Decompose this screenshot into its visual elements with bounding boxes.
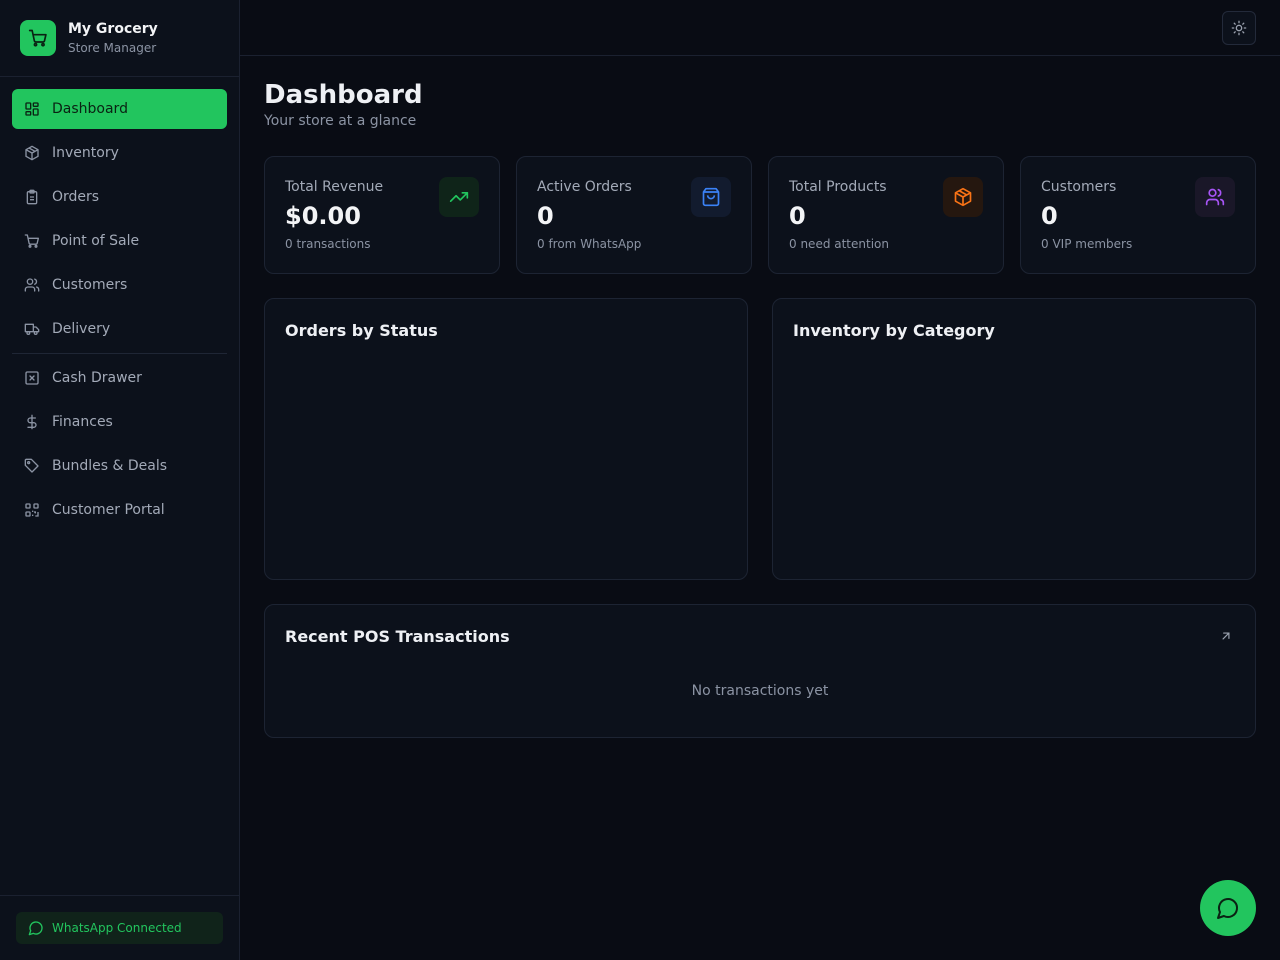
panel-title: Orders by Status — [285, 321, 438, 340]
tag-icon — [24, 458, 40, 474]
shopping-cart-icon — [20, 20, 56, 56]
stat-label: Customers — [1041, 179, 1117, 195]
sidebar-item-customers[interactable]: Customers — [12, 265, 227, 305]
sidebar: My Grocery Store Manager Dashboard Inven… — [0, 0, 240, 960]
brand-subtitle: Store Manager — [68, 41, 157, 55]
sun-icon — [1231, 20, 1247, 36]
chat-bubble-icon — [1216, 896, 1240, 920]
sidebar-item-label: Orders — [52, 189, 100, 205]
layout-grid-icon — [24, 101, 40, 117]
page-subtitle: Your store at a glance — [264, 113, 417, 129]
stat-subtext: 0 VIP members — [1041, 237, 1133, 251]
users-icon — [24, 277, 40, 293]
chat-bubble-icon — [28, 920, 44, 936]
sidebar-item-finances[interactable]: Finances — [12, 402, 227, 442]
recent-pos-transactions-panel: Recent POS Transactions No transactions … — [264, 604, 1256, 738]
orders-by-status-panel: Orders by Status — [264, 298, 748, 580]
truck-icon — [24, 321, 40, 337]
sidebar-item-delivery[interactable]: Delivery — [12, 309, 227, 349]
brand-name: My Grocery — [68, 21, 158, 37]
whatsapp-status-text: WhatsApp Connected — [52, 921, 182, 935]
sidebar-item-dashboard[interactable]: Dashboard — [12, 89, 227, 129]
panel-title: Recent POS Transactions — [285, 627, 510, 646]
page-title: Dashboard — [264, 80, 423, 110]
package-icon — [24, 145, 40, 161]
sidebar-item-label: Dashboard — [52, 101, 128, 117]
stat-value: 0 — [537, 202, 554, 230]
shopping-cart-icon — [24, 233, 40, 249]
stat-value: $0.00 — [285, 202, 361, 230]
stat-subtext: 0 from WhatsApp — [537, 237, 642, 251]
sidebar-footer: WhatsApp Connected — [0, 895, 239, 960]
stat-value: 0 — [1041, 202, 1058, 230]
sidebar-item-label: Cash Drawer — [52, 370, 142, 386]
stat-subtext: 0 need attention — [789, 237, 889, 251]
sidebar-item-label: Point of Sale — [52, 233, 140, 249]
sidebar-item-label: Delivery — [52, 321, 111, 337]
users-icon — [1195, 177, 1235, 217]
sidebar-item-label: Customer Portal — [52, 502, 165, 518]
brand-header: My Grocery Store Manager — [0, 0, 239, 77]
sidebar-item-point-of-sale[interactable]: Point of Sale — [12, 221, 227, 261]
sidebar-item-label: Customers — [52, 277, 128, 293]
shopping-bag-icon — [691, 177, 731, 217]
empty-state-text: No transactions yet — [691, 683, 829, 699]
top-bar — [240, 0, 1280, 56]
sidebar-item-label: Inventory — [52, 145, 119, 161]
stat-value: 0 — [789, 202, 806, 230]
stat-card-total-revenue: Total Revenue $0.00 0 transactions — [264, 156, 500, 274]
sidebar-item-label: Finances — [52, 414, 113, 430]
panel-title: Inventory by Category — [793, 321, 995, 340]
stat-label: Total Products — [789, 179, 887, 195]
stat-subtext: 0 transactions — [285, 237, 371, 251]
qr-code-icon — [24, 502, 40, 518]
dollar-icon — [24, 414, 40, 430]
nav-divider — [12, 353, 227, 354]
theme-toggle-button[interactable] — [1222, 11, 1256, 45]
sidebar-item-cash-drawer[interactable]: Cash Drawer — [12, 358, 227, 398]
stat-label: Active Orders — [537, 179, 632, 195]
whatsapp-status-badge[interactable]: WhatsApp Connected — [16, 912, 223, 944]
sidebar-item-inventory[interactable]: Inventory — [12, 133, 227, 173]
sidebar-item-label: Bundles & Deals — [52, 458, 168, 474]
chat-fab-button[interactable] — [1200, 880, 1256, 936]
cash-box-icon — [24, 370, 40, 386]
clipboard-icon — [24, 189, 40, 205]
stat-card-active-orders: Active Orders 0 0 from WhatsApp — [516, 156, 752, 274]
sidebar-item-bundles-deals[interactable]: Bundles & Deals — [12, 446, 227, 486]
package-icon — [943, 177, 983, 217]
stat-card-customers: Customers 0 0 VIP members — [1020, 156, 1256, 274]
inventory-by-category-panel: Inventory by Category — [772, 298, 1256, 580]
trending-up-icon — [439, 177, 479, 217]
stat-card-total-products: Total Products 0 0 need attention — [768, 156, 1004, 274]
sidebar-item-customer-portal[interactable]: Customer Portal — [12, 490, 227, 530]
arrow-up-right-icon[interactable] — [1219, 629, 1235, 645]
sidebar-item-orders[interactable]: Orders — [12, 177, 227, 217]
stat-label: Total Revenue — [285, 179, 384, 195]
